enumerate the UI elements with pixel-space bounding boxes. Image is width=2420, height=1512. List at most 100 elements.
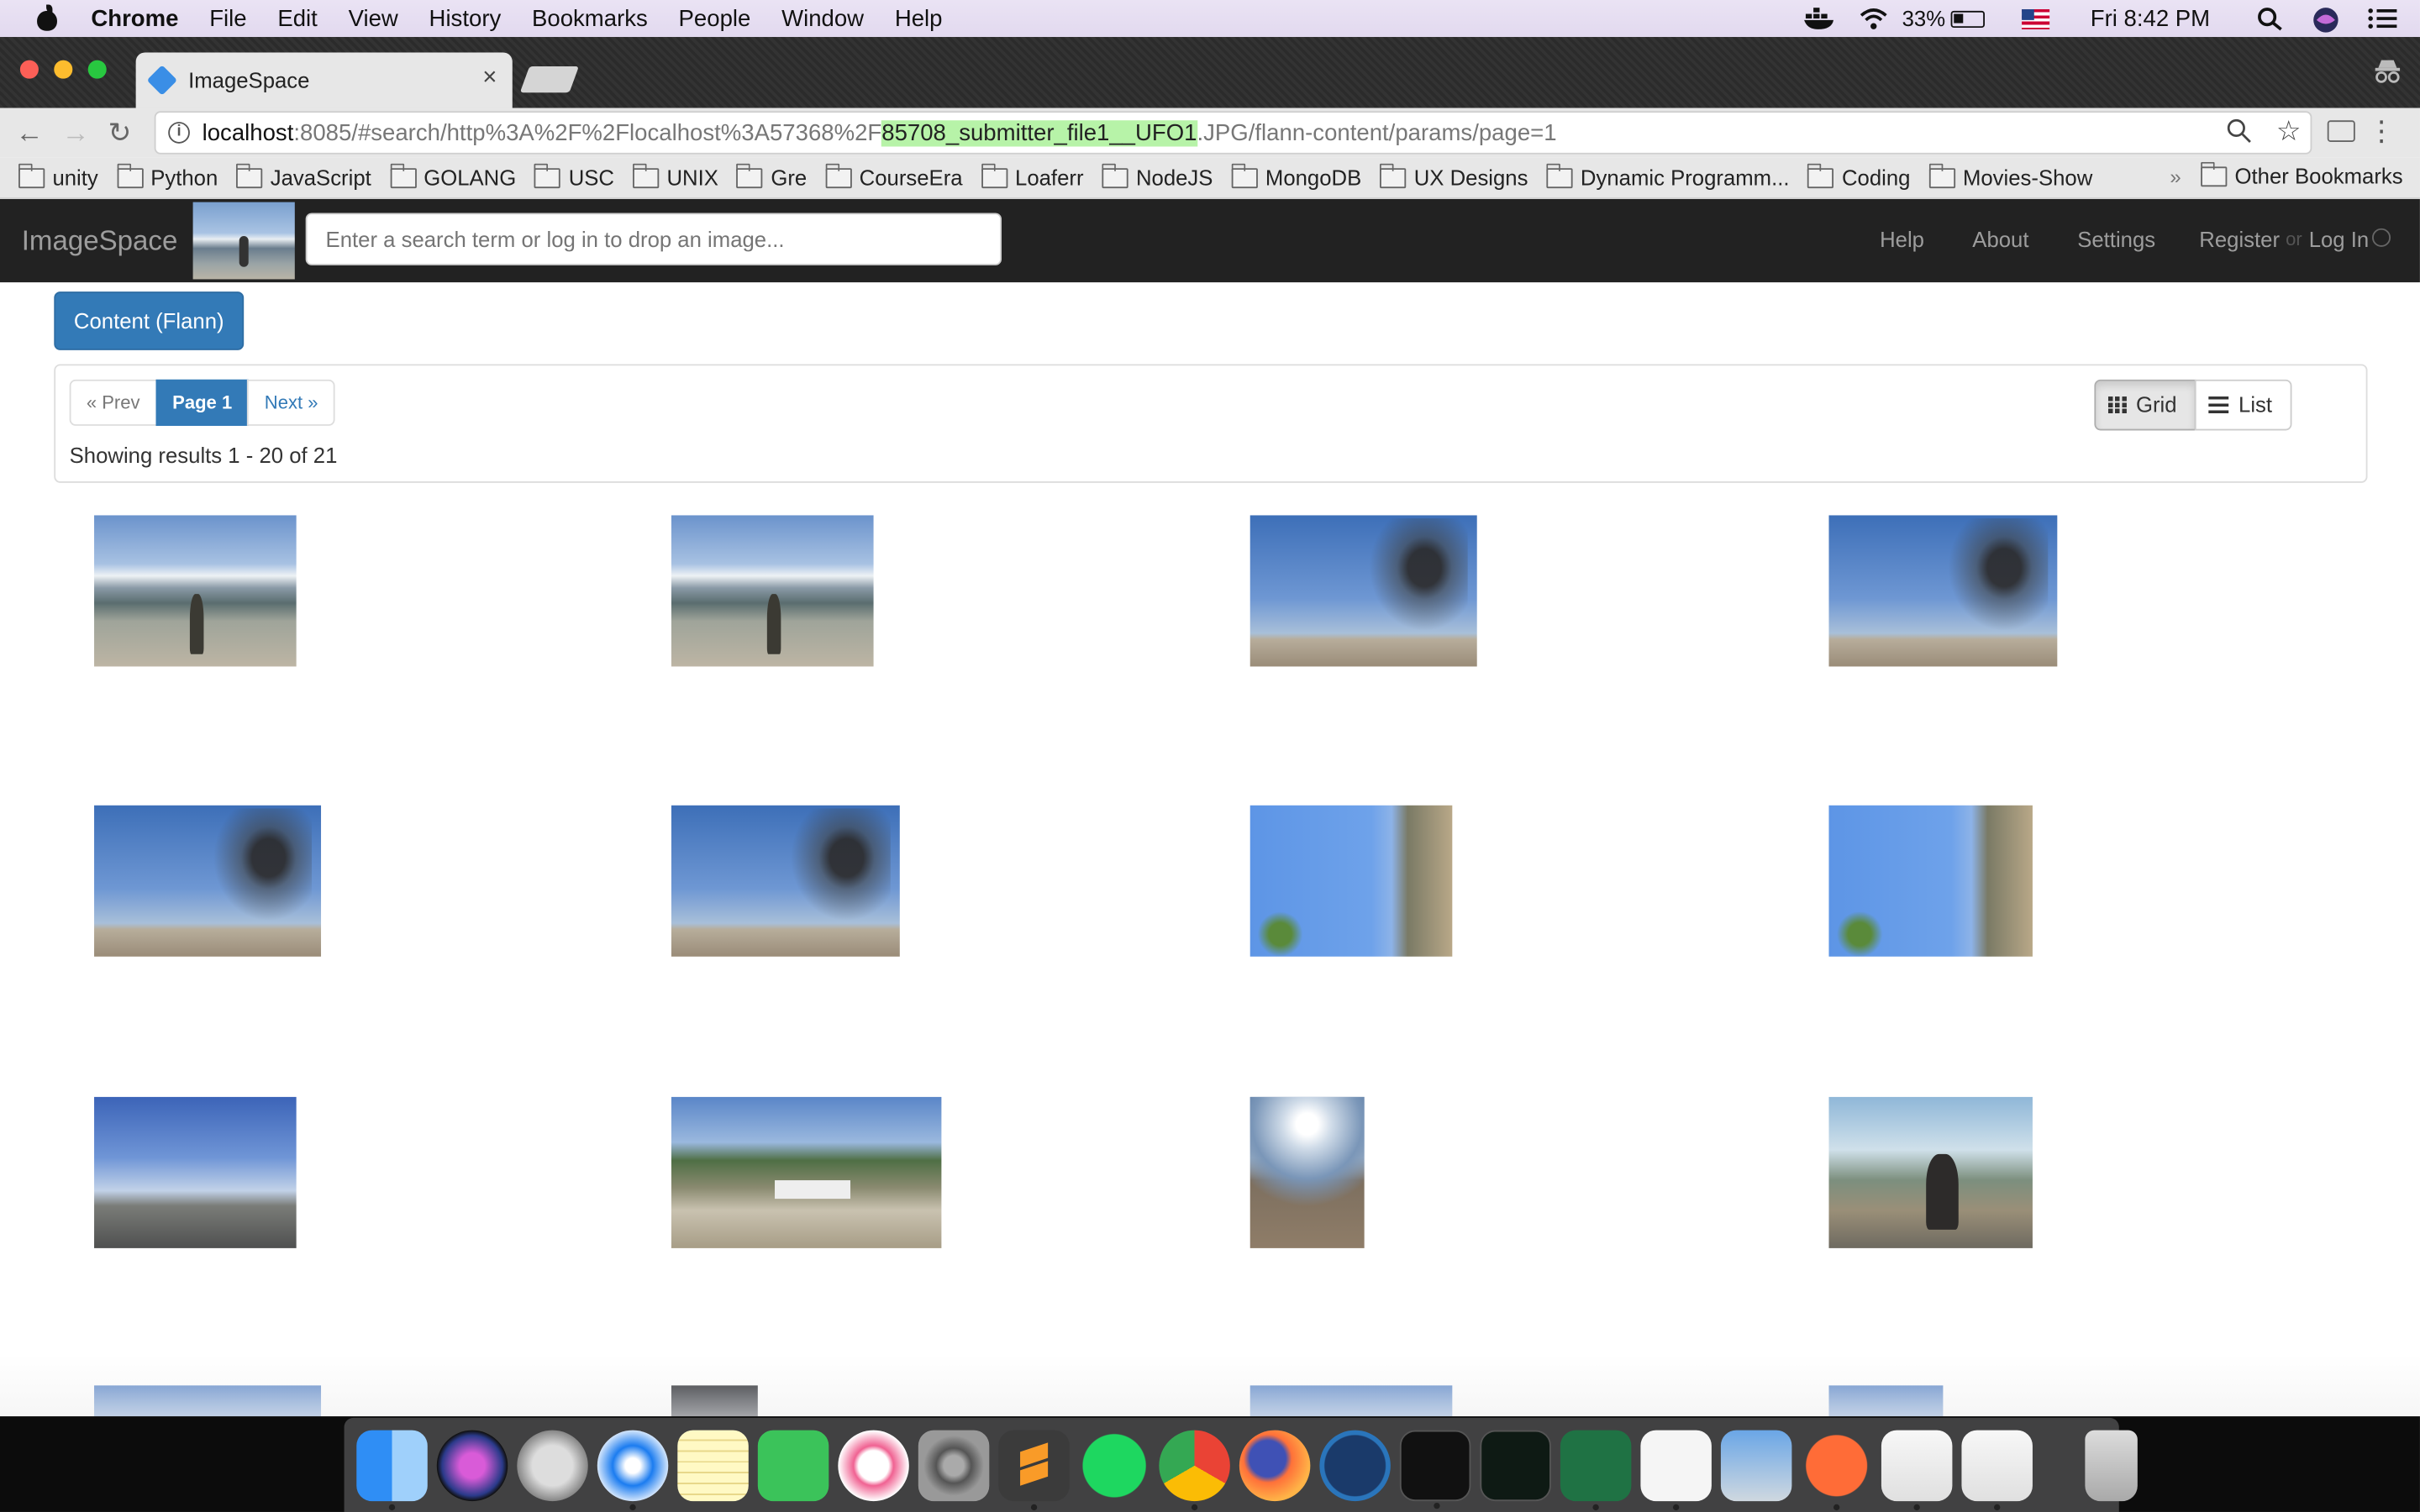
window-minimize-button[interactable]	[54, 60, 73, 79]
menu-view[interactable]: View	[349, 5, 398, 31]
bookmark-folder[interactable]: USC	[534, 162, 614, 190]
menu-app-name[interactable]: Chrome	[91, 5, 178, 31]
bookmark-folder[interactable]: Movies-Show	[1928, 162, 2092, 190]
result-thumbnail[interactable]	[671, 515, 874, 667]
docker-icon[interactable]	[1803, 6, 1834, 30]
bookmark-folder[interactable]: NodeJS	[1102, 162, 1213, 190]
bookmark-folder[interactable]: GOLANG	[389, 162, 516, 190]
firefox-icon[interactable]	[1239, 1429, 1311, 1501]
bookmark-folder[interactable]: MongoDB	[1231, 162, 1361, 190]
notes-icon[interactable]	[677, 1429, 749, 1501]
menubar-clock[interactable]: Fri 8:42 PM	[2091, 5, 2210, 31]
steam-icon[interactable]	[1319, 1429, 1391, 1501]
bookmarks-overflow-chevron[interactable]: »	[2170, 165, 2181, 189]
bookmark-folder[interactable]: unity	[18, 162, 98, 190]
nav-register-link[interactable]: Register	[2199, 227, 2280, 251]
next-page-button[interactable]: Next »	[247, 379, 335, 426]
chrome-icon[interactable]	[1159, 1429, 1230, 1510]
bookmark-folder[interactable]: UX Designs	[1380, 162, 1528, 190]
menu-history[interactable]: History	[429, 5, 502, 31]
result-thumbnail[interactable]	[1828, 1096, 2033, 1248]
forward-arrow-icon[interactable]: →	[61, 118, 89, 150]
window-zoom-button[interactable]	[87, 60, 107, 79]
launchpad-icon[interactable]	[517, 1429, 588, 1501]
bookmark-folder[interactable]: Coding	[1807, 162, 1910, 190]
other-bookmarks-folder[interactable]: Other Bookmarks	[2201, 160, 2403, 188]
menu-file[interactable]: File	[209, 5, 246, 31]
result-thumbnail[interactable]	[94, 515, 297, 667]
result-thumbnail[interactable]	[94, 805, 322, 957]
nav-login-link[interactable]: Log In	[2309, 227, 2370, 251]
back-arrow-icon[interactable]: ←	[15, 118, 43, 150]
slides-icon[interactable]	[1640, 1429, 1712, 1510]
input-source-flag-icon[interactable]	[2022, 8, 2050, 29]
window-close-button[interactable]	[19, 60, 39, 79]
result-thumbnail[interactable]	[1249, 1096, 1365, 1248]
bookmark-folder[interactable]: UNIX	[633, 162, 718, 190]
postman-icon[interactable]	[1801, 1429, 1872, 1510]
nav-about-link[interactable]: About	[1972, 227, 2028, 251]
address-bar[interactable]: i localhost:8085/#search/http%3A%2F%2Flo…	[154, 111, 2312, 155]
bookmark-folder[interactable]: Gre	[736, 162, 807, 190]
java-icon[interactable]	[1881, 1429, 1953, 1510]
siri-icon[interactable]	[436, 1429, 508, 1501]
site-info-icon[interactable]: i	[168, 122, 190, 144]
bookmark-folder[interactable]: JavaScript	[236, 162, 371, 190]
menu-bookmarks[interactable]: Bookmarks	[532, 5, 648, 31]
bookmark-folder[interactable]: Dynamic Programm...	[1546, 162, 1790, 190]
bookmark-folder[interactable]: Python	[116, 162, 218, 190]
java-icon[interactable]	[1961, 1429, 2033, 1510]
result-thumbnail[interactable]	[671, 1096, 942, 1248]
result-thumbnail[interactable]	[671, 805, 900, 957]
bookmark-folder[interactable]: CourseEra	[825, 162, 963, 190]
menu-help[interactable]: Help	[895, 5, 943, 31]
browser-tab[interactable]: ImageSpace ×	[135, 52, 513, 108]
login-icon[interactable]	[2372, 228, 2391, 247]
grid-view-button[interactable]: Grid	[2094, 379, 2197, 431]
spotlight-search-icon[interactable]	[2256, 6, 2287, 31]
preview-icon[interactable]	[1720, 1429, 1792, 1501]
terminal-icon[interactable]	[1399, 1429, 1471, 1509]
result-thumbnail[interactable]	[94, 1096, 297, 1248]
zoom-magnifier-icon[interactable]	[2227, 118, 2251, 143]
bookmark-folder[interactable]: Loaferr	[981, 162, 1084, 190]
wifi-icon[interactable]	[1859, 6, 1890, 30]
result-thumbnail[interactable]	[1828, 515, 2058, 667]
nav-help-link[interactable]: Help	[1880, 227, 1924, 251]
apple-menu-icon[interactable]	[33, 4, 64, 33]
menu-people[interactable]: People	[679, 5, 751, 31]
menu-window[interactable]: Window	[781, 5, 864, 31]
siri-menubar-icon[interactable]	[2312, 6, 2343, 33]
result-thumbnail[interactable]	[1828, 805, 2033, 957]
prev-page-button[interactable]: « Prev	[69, 379, 157, 426]
query-image-thumbnail[interactable]	[192, 202, 295, 280]
bookmark-star-icon[interactable]: ☆	[2276, 116, 2302, 149]
facetime-icon[interactable]	[757, 1429, 829, 1501]
cast-icon[interactable]	[2327, 120, 2355, 142]
safari-icon[interactable]	[597, 1429, 669, 1510]
trash-icon[interactable]	[2085, 1429, 2138, 1501]
notification-center-icon[interactable]	[2367, 6, 2398, 30]
search-input[interactable]	[305, 213, 1002, 265]
result-thumbnail[interactable]	[1249, 805, 1453, 957]
excel-icon[interactable]	[1560, 1429, 1632, 1510]
itunes-icon[interactable]	[838, 1429, 909, 1501]
current-page-button[interactable]: Page 1	[155, 379, 250, 426]
site-brand[interactable]: ImageSpace	[22, 225, 178, 258]
tab-close-icon[interactable]: ×	[482, 65, 497, 92]
sublime-text-icon[interactable]	[998, 1429, 1070, 1510]
reload-icon[interactable]: ↻	[108, 118, 132, 150]
battery-icon[interactable]	[1951, 9, 1986, 28]
menu-edit[interactable]: Edit	[277, 5, 317, 31]
result-thumbnail[interactable]	[1249, 515, 1477, 667]
incognito-icon[interactable]	[2374, 59, 2402, 83]
system-preferences-icon[interactable]	[918, 1429, 990, 1501]
list-view-button[interactable]: List	[2195, 379, 2292, 431]
chrome-menu-icon[interactable]: ⋮	[2367, 116, 2395, 149]
spotify-icon[interactable]	[1078, 1429, 1150, 1501]
new-tab-button[interactable]	[519, 66, 579, 93]
nav-settings-link[interactable]: Settings	[2077, 227, 2155, 251]
activity-monitor-icon[interactable]	[1480, 1429, 1551, 1501]
content-flann-button[interactable]: Content (Flann)	[54, 291, 245, 350]
finder-icon[interactable]	[356, 1429, 428, 1510]
